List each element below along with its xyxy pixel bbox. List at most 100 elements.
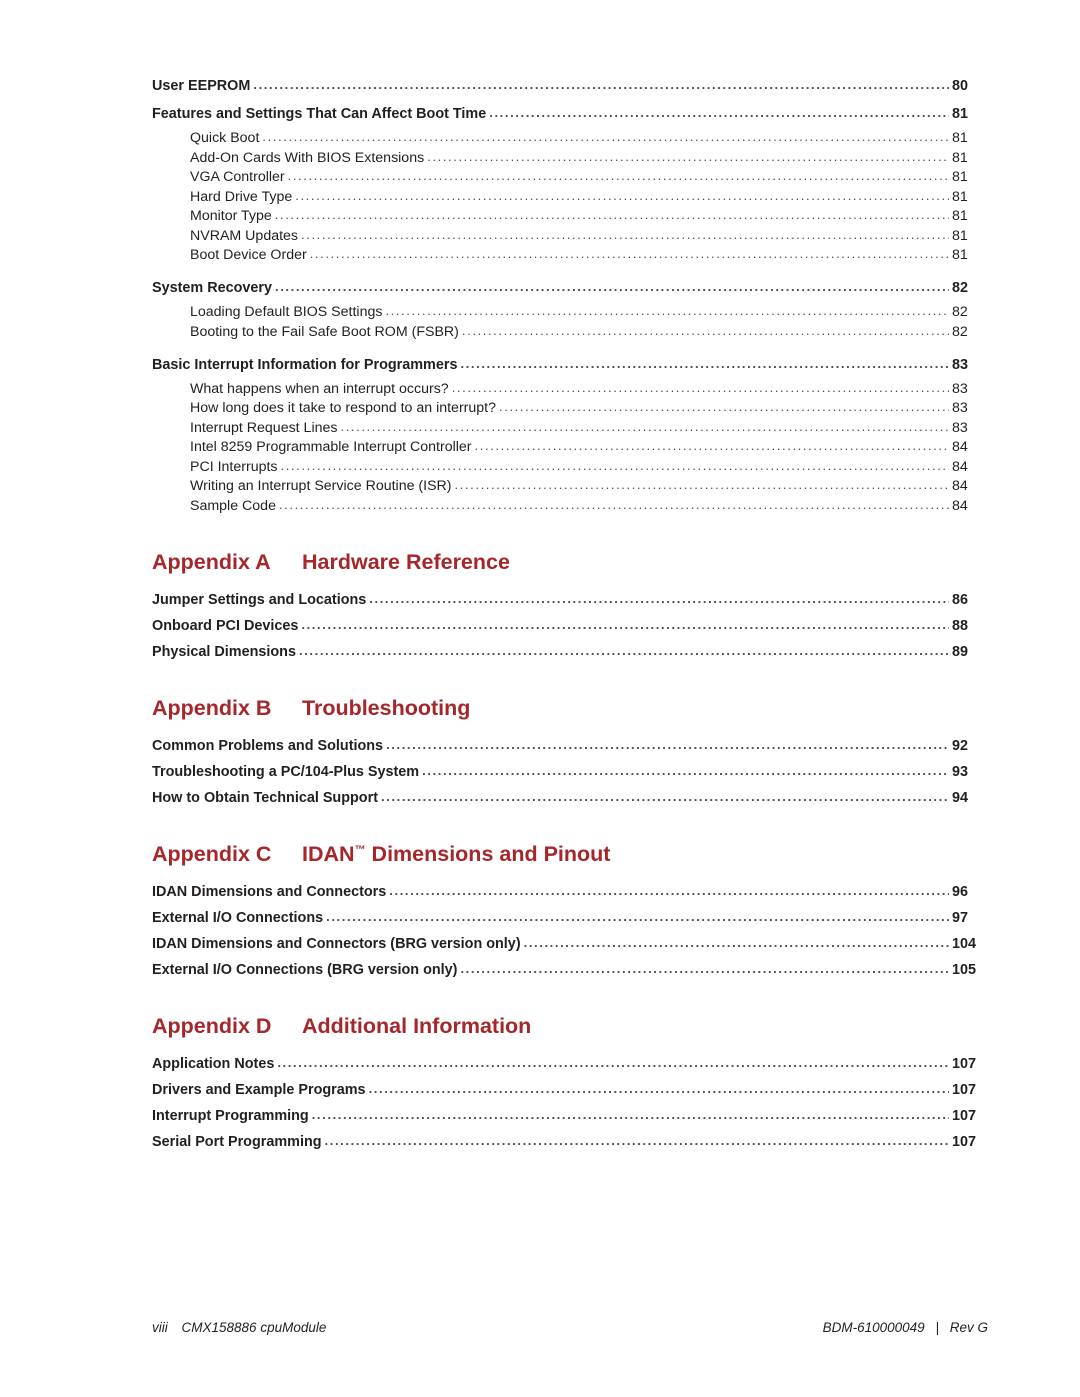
toc-entry[interactable]: What happens when an interrupt occurs?..… xyxy=(152,379,996,397)
toc-entry-page: 97 xyxy=(952,909,969,926)
toc-leader-dots: ........................................… xyxy=(298,642,949,658)
toc-entry[interactable]: PCI Interrupts..........................… xyxy=(152,458,996,475)
toc-entry[interactable]: Drivers and Example Programs............… xyxy=(152,1080,996,1098)
toc-entry-label: System Recovery xyxy=(152,280,272,296)
toc-entry-label: Troubleshooting a PC/104-Plus System xyxy=(152,763,420,780)
toc-entry[interactable]: Loading Default BIOS Settings...........… xyxy=(152,303,996,320)
toc-leader-dots: ........................................… xyxy=(277,1054,949,1070)
toc-leader-dots: ........................................… xyxy=(386,736,949,752)
toc-leader-dots: ........................................… xyxy=(389,882,949,898)
toc-entry-page: 107 xyxy=(952,1081,977,1098)
toc-entry[interactable]: Boot Device Order.......................… xyxy=(152,246,996,263)
footer-right: BDM-610000049 | Rev G xyxy=(823,1320,988,1335)
toc-entry[interactable]: Basic Interrupt Information for Programm… xyxy=(152,356,996,373)
toc-entry-page: 93 xyxy=(952,763,969,780)
appendix-heading[interactable]: Appendix C IDAN™ Dimensions and Pinout xyxy=(152,842,988,867)
toc-entry[interactable]: External I/O Connections................… xyxy=(152,908,996,926)
toc-entry[interactable]: Common Problems and Solutions...........… xyxy=(152,736,996,754)
toc-entry[interactable]: External I/O Connections (BRG version on… xyxy=(152,960,996,978)
toc-entry-label: VGA Controller xyxy=(190,169,285,185)
toc-entry-label: Hard Drive Type xyxy=(190,188,293,205)
toc-entry[interactable]: VGA Controller..........................… xyxy=(152,168,996,185)
toc-entry-page: 81 xyxy=(952,169,968,185)
toc-entry[interactable]: Hard Drive Type.........................… xyxy=(152,188,996,205)
toc-leader-dots: ........................................… xyxy=(368,1080,949,1096)
page-footer: viii CMX158886 cpuModule BDM-610000049 |… xyxy=(152,1320,988,1335)
appendix-number: Appendix A xyxy=(152,549,271,574)
toc-entry[interactable]: Booting to the Fail Safe Boot ROM (FSBR)… xyxy=(152,322,996,340)
toc-leader-dots: ........................................… xyxy=(422,762,949,778)
appendix-title-rest: Dimensions and Pinout xyxy=(365,841,611,866)
toc-entry-label: Interrupt Programming xyxy=(152,1107,309,1124)
appendix-title-text: Additional Information xyxy=(302,1013,532,1038)
toc-entry-page: 107 xyxy=(952,1055,977,1072)
toc-entry-label: Interrupt Request Lines xyxy=(190,419,338,436)
toc-leader-dots: ........................................… xyxy=(287,168,949,183)
toc-entry-label: Physical Dimensions xyxy=(152,643,296,660)
appendix-title-text: Hardware Reference xyxy=(302,549,510,574)
toc-entry[interactable]: Interrupt Request Lines.................… xyxy=(152,419,996,436)
toc-entry-label: Boot Device Order xyxy=(190,247,307,263)
toc-entry[interactable]: Writing an Interrupt Service Routine (IS… xyxy=(152,477,996,494)
toc-entry-label: Onboard PCI Devices xyxy=(152,617,299,634)
toc-entry-label: How long does it take to respond to an i… xyxy=(190,400,497,416)
appendix-heading[interactable]: Appendix B Troubleshooting xyxy=(152,696,988,721)
toc-entry[interactable]: How to Obtain Technical Support.........… xyxy=(152,789,996,806)
toc-entry-page: 104 xyxy=(952,935,977,952)
toc-leader-dots: ........................................… xyxy=(311,1106,949,1122)
toc-entry[interactable]: Intel 8259 Programmable Interrupt Contro… xyxy=(152,438,996,455)
toc-entry[interactable]: Add-On Cards With BIOS Extensions.......… xyxy=(152,149,996,166)
toc-entry-page: 84 xyxy=(952,439,968,455)
toc-leader-dots: ........................................… xyxy=(369,590,949,606)
toc-leader-dots: ........................................… xyxy=(274,207,949,222)
footer-product: CMX158886 cpuModule xyxy=(181,1320,327,1335)
footer-revision: Rev G xyxy=(949,1320,988,1335)
toc-entry[interactable]: Troubleshooting a PC/104-Plus System....… xyxy=(152,762,996,780)
appendix-heading[interactable]: Appendix A Hardware Reference xyxy=(152,550,988,575)
toc-leader-dots: ........................................… xyxy=(278,496,949,512)
toc-entry[interactable]: Serial Port Programming.................… xyxy=(152,1133,996,1150)
toc-entry-label: Serial Port Programming xyxy=(152,1133,322,1150)
toc-entry[interactable]: Interrupt Programming...................… xyxy=(152,1106,996,1124)
toc-entry-page: 96 xyxy=(952,883,969,900)
toc-entry[interactable]: Features and Settings That Can Affect Bo… xyxy=(152,105,996,122)
toc-entry-page: 92 xyxy=(952,737,969,754)
toc-leader-dots: ........................................… xyxy=(326,908,949,924)
toc-entry-page: 81 xyxy=(952,208,968,224)
toc-leader-dots: ........................................… xyxy=(461,322,949,338)
toc-entry[interactable]: User EEPROM.............................… xyxy=(152,77,996,94)
toc-entry[interactable]: IDAN Dimensions and Connectors (BRG vers… xyxy=(152,935,996,952)
toc-leader-dots: ........................................… xyxy=(460,960,949,976)
footer-page-number: viii xyxy=(152,1320,168,1335)
toc-entry-page: 81 xyxy=(952,247,968,263)
toc-entry[interactable]: System Recovery.........................… xyxy=(152,279,996,296)
toc-entry-label: Common Problems and Solutions xyxy=(152,737,384,754)
appendix-number: Appendix B xyxy=(152,695,272,720)
toc-entry[interactable]: IDAN Dimensions and Connectors..........… xyxy=(152,882,996,900)
toc-entry[interactable]: NVRAM Updates...........................… xyxy=(152,227,996,244)
toc-entry-label: PCI Interrupts xyxy=(190,458,278,475)
trademark-mark: ™ xyxy=(354,843,366,856)
toc-entry[interactable]: How long does it take to respond to an i… xyxy=(152,399,996,416)
footer-left: viii CMX158886 cpuModule xyxy=(152,1320,326,1335)
appendix-heading[interactable]: Appendix D Additional Information xyxy=(152,1014,988,1039)
appendix-title-text: Troubleshooting xyxy=(302,695,471,720)
toc-entry-page: 84 xyxy=(952,458,968,475)
toc-entry[interactable]: Physical Dimensions.....................… xyxy=(152,642,996,660)
toc-entry-page: 107 xyxy=(952,1107,977,1124)
toc-entry[interactable]: Jumper Settings and Locations...........… xyxy=(152,590,996,608)
toc-entry[interactable]: Application Notes.......................… xyxy=(152,1054,996,1072)
toc-entry-label: Features and Settings That Can Affect Bo… xyxy=(152,106,487,122)
toc-entry[interactable]: Sample Code.............................… xyxy=(152,496,996,514)
toc-leader-dots: ........................................… xyxy=(454,477,949,492)
toc-leader-dots: ........................................… xyxy=(301,616,949,632)
toc-entry-label: User EEPROM xyxy=(152,78,251,94)
toc-entry[interactable]: Quick Boot..............................… xyxy=(152,129,996,146)
toc-entry-label: Quick Boot xyxy=(190,130,260,146)
toc-entry[interactable]: Onboard PCI Devices.....................… xyxy=(152,616,996,634)
toc-leader-dots: ........................................… xyxy=(451,379,949,395)
appendix-number: Appendix C xyxy=(152,841,272,866)
toc-entry-page: 81 xyxy=(952,188,968,205)
toc-entry-page: 81 xyxy=(952,130,968,146)
toc-entry[interactable]: Monitor Type............................… xyxy=(152,207,996,224)
